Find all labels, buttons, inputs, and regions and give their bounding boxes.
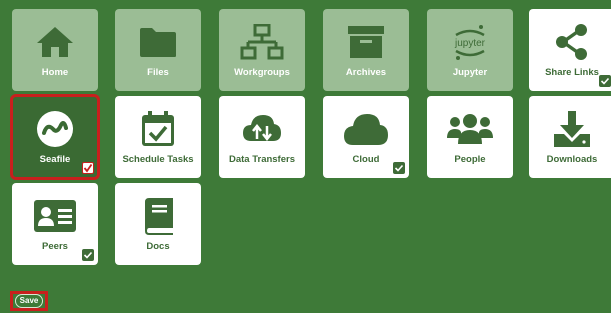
- tile-seafile[interactable]: Seafile: [10, 94, 100, 180]
- tile-label: Docs: [146, 241, 170, 252]
- tile-files[interactable]: Files: [115, 9, 201, 91]
- tile-archives[interactable]: Archives: [323, 9, 409, 91]
- tile-label: Archives: [345, 67, 387, 78]
- tile-workgroups[interactable]: Workgroups: [219, 9, 305, 91]
- download-icon: [542, 110, 602, 148]
- checked-checkbox[interactable]: [82, 249, 94, 261]
- tile-label: Files: [147, 67, 169, 78]
- tile-label: Data Transfers: [228, 154, 295, 165]
- tile-label: Share Links: [545, 67, 599, 78]
- tile-docs[interactable]: Docs: [115, 183, 201, 265]
- tile-downloads[interactable]: Downloads: [529, 96, 611, 178]
- tile-label: Seafile: [39, 154, 71, 165]
- tile-label: Peers: [42, 241, 68, 252]
- book-icon: [128, 197, 188, 235]
- id-card-icon: [25, 197, 85, 235]
- cloud-icon: [336, 110, 396, 148]
- jupyter-wordmark: jupyter: [454, 38, 486, 49]
- tile-label: Downloads: [546, 154, 598, 165]
- archive-box-icon: [336, 23, 396, 61]
- checked-checkbox[interactable]: [393, 162, 405, 174]
- cloud-transfer-icon: [232, 110, 292, 148]
- tile-label: Jupyter: [452, 67, 488, 78]
- folder-icon: [128, 23, 188, 61]
- home-icon: [25, 23, 85, 61]
- tile-label: Schedule Tasks: [122, 154, 194, 165]
- checked-checkbox[interactable]: [599, 75, 611, 87]
- tile-people[interactable]: People: [427, 96, 513, 178]
- tile-cloud[interactable]: Cloud: [323, 96, 409, 178]
- network-icon: [232, 23, 292, 61]
- share-icon: [542, 23, 602, 61]
- tile-peers[interactable]: Peers: [12, 183, 98, 265]
- tile-share-links[interactable]: Share Links: [529, 9, 611, 91]
- save-button[interactable]: Save: [10, 291, 48, 311]
- jupyter-icon: jupyter: [440, 23, 500, 61]
- tile-label: Cloud: [352, 154, 380, 165]
- tile-home[interactable]: Home: [12, 9, 98, 91]
- tile-label: Workgroups: [234, 67, 290, 78]
- people-icon: [440, 110, 500, 148]
- checked-checkbox[interactable]: [82, 162, 94, 174]
- tile-data-transfers[interactable]: Data Transfers: [219, 96, 305, 178]
- save-button-label: Save: [15, 294, 43, 308]
- tile-jupyter[interactable]: jupyter Jupyter: [427, 9, 513, 91]
- tile-label: People: [454, 154, 486, 165]
- tile-schedule-tasks[interactable]: Schedule Tasks: [115, 96, 201, 178]
- calendar-check-icon: [128, 110, 188, 148]
- seafile-icon: [25, 110, 85, 148]
- tile-label: Home: [41, 67, 69, 78]
